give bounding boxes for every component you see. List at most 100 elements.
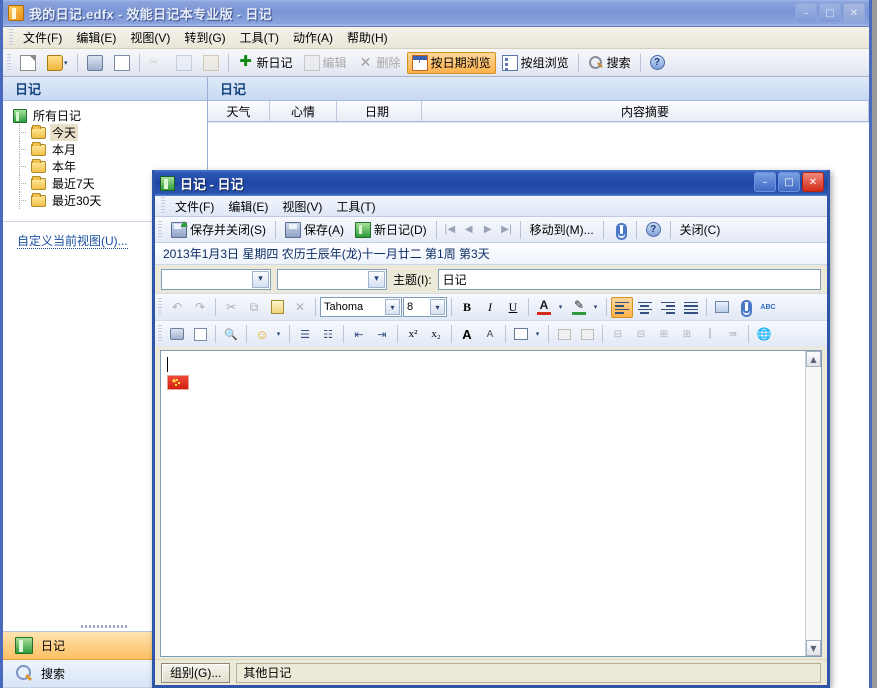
attach-file-button[interactable]: [734, 297, 756, 318]
menubar-grip[interactable]: [9, 28, 13, 47]
column-header-mood[interactable]: 心情: [270, 101, 337, 121]
row-properties-button: ⇛: [722, 324, 744, 345]
numbered-list-button[interactable]: ☷: [317, 324, 339, 345]
dialog-minimize-button[interactable]: –: [754, 172, 776, 192]
insert-table-dropdown[interactable]: ▾: [533, 324, 544, 345]
toolbar-search-button[interactable]: 搜索: [583, 52, 636, 74]
toolbar-open-button[interactable]: ▾: [42, 52, 73, 74]
menu-actions[interactable]: 动作(A): [286, 27, 340, 48]
align-justify-button[interactable]: [680, 297, 702, 318]
font-name-select[interactable]: Tahoma ▾: [320, 297, 402, 317]
save-and-close-button[interactable]: 保存并关闭(S): [166, 219, 271, 241]
print-button[interactable]: [166, 324, 188, 345]
main-window-titlebar[interactable]: 我的日记.edfx - 效能日记本专业版 - 日记 – □ ✕: [3, 0, 869, 27]
dialog-toolbar-grip[interactable]: [158, 220, 162, 239]
toolbar-browse-by-group-button[interactable]: 按组浏览: [497, 52, 574, 74]
print-preview-button[interactable]: [189, 324, 211, 345]
menu-tools[interactable]: 工具(T): [233, 27, 286, 48]
column-header-summary[interactable]: 内容摘要: [422, 101, 869, 121]
hyperlink-button[interactable]: 🌐: [753, 324, 775, 345]
toolbar-grip[interactable]: [7, 53, 11, 72]
grow-font-button[interactable]: A: [456, 324, 478, 345]
format-separator: [606, 298, 607, 316]
dialog-titlebar[interactable]: 日记 - 日记 – □ ✕: [155, 170, 827, 196]
save-button[interactable]: 保存(A): [280, 219, 349, 241]
insert-table-button[interactable]: [510, 324, 532, 345]
decrease-indent-button[interactable]: ⇤: [348, 324, 370, 345]
folder-icon: [31, 141, 46, 156]
list-pane-header: 日记: [208, 77, 869, 101]
font-color-dropdown[interactable]: ▾: [556, 297, 567, 318]
customize-current-view-label: 自定义当前视图(U)...: [17, 234, 128, 249]
emoji-dropdown[interactable]: ▾: [274, 324, 285, 345]
column-header-date[interactable]: 日期: [337, 101, 422, 121]
italic-icon: I: [488, 299, 492, 314]
font-size-select[interactable]: 8 ▾: [403, 297, 447, 317]
menu-view[interactable]: 视图(V): [123, 27, 177, 48]
dialog-help-button[interactable]: ?: [641, 219, 666, 241]
format-toolbar-row1: ↶ ↷ ✂ ⧉ ✕ Tahoma ▾ 8 ▾ B I U A ▾ ✎ ▾ ABC: [155, 293, 827, 320]
toolbar-new-diary-button[interactable]: ✚ 新日记: [233, 52, 298, 74]
tree-node-today[interactable]: 今天: [11, 124, 207, 141]
new-diary-button[interactable]: 新日记(D): [350, 219, 432, 241]
align-right-button[interactable]: [657, 297, 679, 318]
dialog-maximize-button[interactable]: □: [778, 172, 800, 192]
weather-select[interactable]: ▾: [161, 268, 271, 290]
bulleted-list-button[interactable]: ☰: [294, 324, 316, 345]
italic-button[interactable]: I: [479, 297, 501, 318]
dialog-close-button[interactable]: ✕: [802, 172, 824, 192]
china-flag-image[interactable]: [167, 375, 189, 391]
main-minimize-button[interactable]: –: [795, 3, 817, 23]
tree-node-this-month[interactable]: 本月: [11, 141, 207, 158]
format-toolbar-grip[interactable]: [158, 298, 162, 316]
entry-editor[interactable]: [161, 351, 805, 656]
attachment-button[interactable]: [608, 219, 632, 241]
main-maximize-button[interactable]: □: [819, 3, 841, 23]
underline-button[interactable]: U: [502, 297, 524, 318]
toolbar-help-button[interactable]: ?: [645, 52, 670, 74]
shrink-font-button[interactable]: A: [479, 324, 501, 345]
editor-vertical-scrollbar[interactable]: ▲ ▼: [805, 351, 821, 656]
tree-node-all-diaries[interactable]: 所有日记: [11, 107, 207, 124]
superscript-button[interactable]: x²: [402, 324, 424, 345]
emoji-button[interactable]: ☺: [251, 324, 273, 345]
toolbar-print-button[interactable]: [82, 52, 108, 74]
toolbar-browse-by-date-button[interactable]: 7 按日期浏览: [406, 51, 496, 74]
toolbar-print-preview-button[interactable]: [109, 52, 135, 74]
move-to-button[interactable]: 移动到(M)...: [525, 219, 599, 241]
scroll-track[interactable]: [806, 367, 821, 640]
increase-indent-button[interactable]: ⇥: [371, 324, 393, 345]
bold-button[interactable]: B: [456, 297, 478, 318]
scroll-down-button[interactable]: ▼: [806, 640, 821, 656]
close-entry-button[interactable]: 关闭(C): [675, 219, 726, 241]
main-close-button[interactable]: ✕: [843, 3, 865, 23]
dialog-menu-file[interactable]: 文件(F): [168, 196, 221, 217]
group-button[interactable]: 组别(G)...: [161, 662, 231, 683]
paste-button[interactable]: [266, 297, 288, 318]
align-center-button[interactable]: [634, 297, 656, 318]
highlight-dropdown[interactable]: ▾: [591, 297, 602, 318]
dialog-menu-tools[interactable]: 工具(T): [329, 196, 382, 217]
toolbar-new-file-button[interactable]: [15, 52, 41, 74]
dialog-menu-view[interactable]: 视图(V): [275, 196, 329, 217]
menu-file[interactable]: 文件(F): [16, 27, 69, 48]
highlight-button[interactable]: ✎: [568, 297, 590, 318]
find-button[interactable]: 🔍: [220, 324, 242, 345]
subject-input[interactable]: 日记: [437, 268, 821, 290]
mood-select[interactable]: ▾: [277, 268, 387, 290]
align-left-button[interactable]: [611, 296, 633, 318]
dialog-menu-edit[interactable]: 编辑(E): [221, 196, 275, 217]
spellcheck-button[interactable]: ABC: [757, 297, 779, 318]
font-color-button[interactable]: A: [533, 297, 555, 318]
menu-goto[interactable]: 转到(G): [177, 27, 232, 48]
menu-help[interactable]: 帮助(H): [340, 27, 395, 48]
scroll-up-button[interactable]: ▲: [806, 351, 821, 367]
subscript-button[interactable]: x₂: [425, 324, 447, 345]
format-separator: [397, 325, 398, 343]
menu-edit[interactable]: 编辑(E): [69, 27, 123, 48]
format-toolbar2-grip[interactable]: [158, 325, 162, 343]
dialog-menubar-grip[interactable]: [161, 197, 165, 215]
column-header-weather[interactable]: 天气: [208, 101, 270, 121]
format-separator: [215, 325, 216, 343]
insert-image-button[interactable]: [711, 297, 733, 318]
